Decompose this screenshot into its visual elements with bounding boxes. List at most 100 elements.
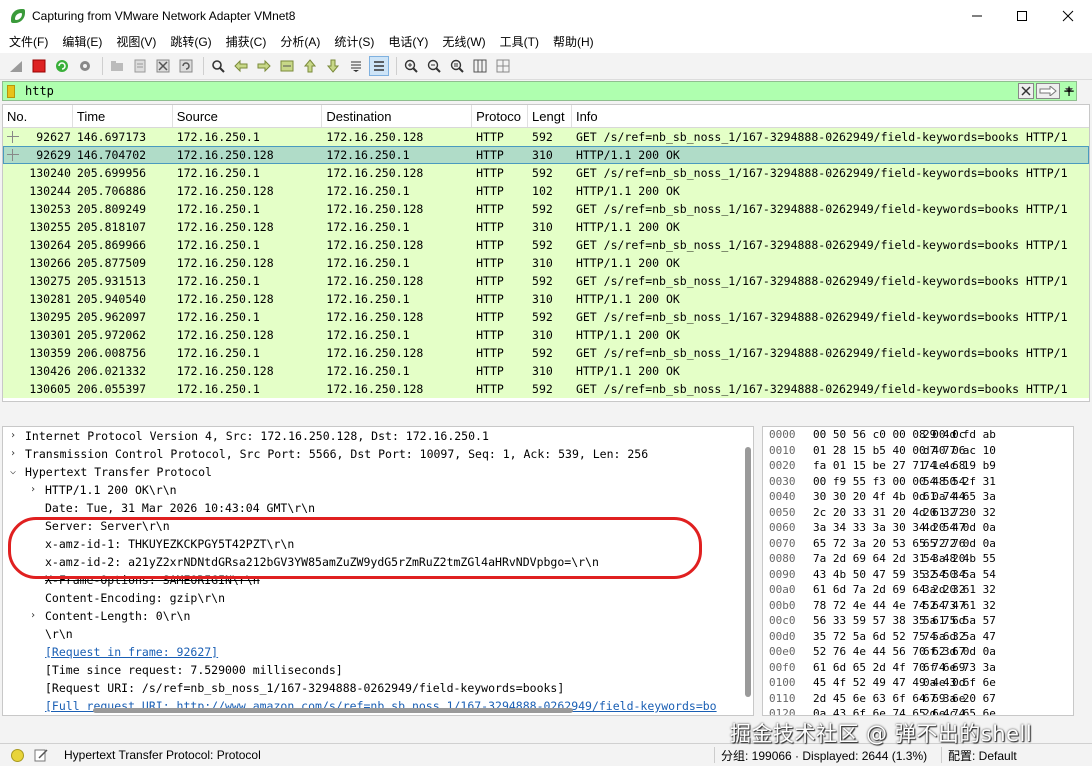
menu-capture[interactable]: 捕获(C) [219, 32, 274, 53]
column-header-length[interactable]: Lengt [528, 105, 572, 127]
tree-item-crlf[interactable]: \r\n [3, 625, 753, 643]
menu-help[interactable]: 帮助(H) [546, 32, 601, 53]
collapse-arrow-icon[interactable]: ⌵ [7, 463, 19, 481]
column-header-destination[interactable]: Destination [322, 105, 473, 127]
hex-row[interactable]: 0040 30 30 20 4f 4b 0d 0a 44 61 74 65 3a [763, 489, 1073, 505]
packet-row[interactable]: 130275 205.931513 172.16.250.1 172.16.250.1… [3, 272, 1089, 290]
go-to-packet-button[interactable] [277, 56, 297, 76]
zoom-normal-button[interactable] [447, 56, 467, 76]
packet-row[interactable]: 130253 205.809249 172.16.250.1 172.16.250.1… [3, 200, 1089, 218]
tree-item-http[interactable]: ⌵ Hypertext Transfer Protocol [3, 463, 753, 481]
packet-row[interactable]: 130281 205.940540 172.16.250.128 172.16.250… [3, 290, 1089, 308]
hex-row[interactable]: 0120 0a 43 6f 6e 74 65 6e 74 2d 4c 65 6e [763, 706, 1073, 715]
status-profile[interactable]: 配置: Default [948, 747, 1017, 764]
reload-file-button[interactable] [176, 56, 196, 76]
column-header-info[interactable]: Info [572, 105, 1089, 127]
resize-columns-button[interactable] [470, 56, 490, 76]
hex-row[interactable]: 0110 2d 45 6e 63 6f 64 69 6e 67 3a 20 67 [763, 691, 1073, 707]
hex-row[interactable]: 0050 2c 20 33 31 20 4d 61 72 20 32 30 32 [763, 505, 1073, 521]
menu-wireless[interactable]: 无线(W) [435, 32, 492, 53]
hex-row[interactable]: 0090 43 4b 50 47 59 35 54 34 32 50 5a 54 [763, 567, 1073, 583]
tree-item-server[interactable]: Server: Server\r\n [3, 517, 753, 535]
hex-row[interactable]: 0020 fa 01 15 be 27 71 1e 68 74 4c 19 b9 [763, 458, 1073, 474]
hex-row[interactable]: 00f0 61 6d 65 2d 4f 70 74 69 6f 6e 73 3a [763, 660, 1073, 676]
open-file-button[interactable] [107, 56, 127, 76]
tree-item-x-frame-options[interactable]: X-Frame-Options: SAMEORIGIN\r\n [3, 571, 753, 589]
hex-row[interactable]: 0000 00 50 56 c0 00 08 00 0c 29 4d fd ab [763, 427, 1073, 443]
hex-row[interactable]: 0030 00 f9 55 f3 00 00 48 54 54 50 2f 31 [763, 474, 1073, 490]
capture-options-button[interactable] [75, 56, 95, 76]
expand-arrow-icon[interactable]: › [7, 445, 19, 463]
packet-row[interactable]: 130295 205.962097 172.16.250.1 172.16.250.1… [3, 308, 1089, 326]
tree-item-tcp[interactable]: › Transmission Control Protocol, Src Por… [3, 445, 753, 463]
maximize-button[interactable] [999, 0, 1045, 32]
restart-capture-button[interactable] [52, 56, 72, 76]
menu-view[interactable]: 视图(V) [109, 32, 163, 53]
tree-item-content-length[interactable]: › Content-Length: 0\r\n [3, 607, 753, 625]
add-filter-button[interactable]: + [1061, 82, 1077, 100]
tree-item-status-line[interactable]: › HTTP/1.1 200 OK\r\n [3, 481, 753, 499]
packet-row[interactable]: 130426 206.021332 172.16.250.128 172.16.250… [3, 362, 1089, 380]
expert-info-icon[interactable] [11, 748, 24, 762]
zoom-out-button[interactable] [424, 56, 444, 76]
packet-row[interactable]: 130244 205.706886 172.16.250.128 172.16.250… [3, 182, 1089, 200]
menu-statistics[interactable]: 统计(S) [327, 32, 381, 53]
hex-row[interactable]: 00e0 52 76 4e 44 56 70 62 67 6f 3d 0d 0a [763, 644, 1073, 660]
tree-item-request-uri[interactable]: [Request URI: /s/ref=nb_sb_noss_1/167-32… [3, 679, 753, 697]
hex-row[interactable]: 0060 3a 34 33 3a 30 34 20 47 4d 54 0d 0a [763, 520, 1073, 536]
hex-row[interactable]: 0080 7a 2d 69 64 2d 31 3a 20 54 48 4b 55 [763, 551, 1073, 567]
packet-row[interactable]: 130266 205.877509 172.16.250.128 172.16.250… [3, 254, 1089, 272]
packet-row[interactable]: 130255 205.818107 172.16.250.128 172.16.250… [3, 218, 1089, 236]
menu-telephony[interactable]: 电话(Y) [381, 32, 435, 53]
apply-filter-button[interactable] [1036, 83, 1060, 99]
column-header-protocol[interactable]: Protoco [472, 105, 529, 127]
menu-go[interactable]: 跳转(G) [163, 32, 218, 53]
request-in-frame-link[interactable]: [Request in frame: 92627] [45, 645, 218, 659]
close-file-button[interactable] [153, 56, 173, 76]
expand-arrow-icon[interactable]: › [27, 481, 39, 499]
clear-filter-button[interactable] [1018, 83, 1034, 99]
edit-comment-icon[interactable] [34, 748, 48, 762]
hex-row[interactable]: 0100 45 4f 52 49 47 49 4e 0d 0a 43 6f 6e [763, 675, 1073, 691]
tree-item-date[interactable]: Date: Tue, 31 Mar 2026 10:43:04 GMT\r\n [3, 499, 753, 517]
tree-item-ip[interactable]: › Internet Protocol Version 4, Src: 172.… [3, 427, 753, 445]
packet-row[interactable]: 130301 205.972062 172.16.250.128 172.16.250… [3, 326, 1089, 344]
tree-item-request-in[interactable]: [Request in frame: 92627] [3, 643, 753, 661]
column-header-no[interactable]: No. [3, 105, 73, 127]
auto-scroll-button[interactable] [346, 56, 366, 76]
tree-item-time-since[interactable]: [Time since request: 7.529000 millisecon… [3, 661, 753, 679]
expand-arrow-icon[interactable]: › [7, 427, 19, 445]
hex-row[interactable]: 0010 01 28 15 b5 40 00 40 06 d7 77 ac 10 [763, 443, 1073, 459]
minimize-button[interactable] [954, 0, 1000, 32]
go-forward-button[interactable] [254, 56, 274, 76]
colorize-button[interactable] [369, 56, 389, 76]
column-header-time[interactable]: Time [73, 105, 173, 127]
packet-row[interactable]: 92627 146.697173 172.16.250.1 172.16.250.12… [3, 128, 1089, 146]
go-last-button[interactable] [323, 56, 343, 76]
tree-item-amz-id-1[interactable]: x-amz-id-1: THKUYEZKCKPGY5T42PZT\r\n [3, 535, 753, 553]
column-header-source[interactable]: Source [173, 105, 323, 127]
packet-row[interactable]: 130264 205.869966 172.16.250.1 172.16.250.1… [3, 236, 1089, 254]
details-vertical-scrollbar[interactable] [745, 447, 751, 697]
packet-row[interactable]: 130605 206.055397 172.16.250.1 172.16.250.1… [3, 380, 1089, 398]
packet-row[interactable]: 92629 146.704702 172.16.250.128 172.16.250.… [3, 146, 1089, 164]
hex-row[interactable]: 00a0 61 6d 7a 2d 69 64 2d 32 3a 20 61 32 [763, 582, 1073, 598]
menu-file[interactable]: 文件(F) [2, 32, 55, 53]
hex-row[interactable]: 00b0 78 72 4e 44 4e 74 64 47 52 73 61 32 [763, 598, 1073, 614]
hex-row[interactable]: 0070 65 72 3a 20 53 65 72 76 65 72 0d 0a [763, 536, 1073, 552]
bookmark-icon[interactable] [7, 84, 15, 98]
go-back-button[interactable] [231, 56, 251, 76]
menu-edit[interactable]: 编辑(E) [55, 32, 109, 53]
display-filter-input[interactable]: http [25, 84, 1018, 98]
packet-row[interactable]: 130240 205.699956 172.16.250.1 172.16.250.1… [3, 164, 1089, 182]
layout-button[interactable] [493, 56, 513, 76]
save-file-button[interactable] [130, 56, 150, 76]
start-capture-button[interactable] [6, 56, 26, 76]
stop-capture-button[interactable] [29, 56, 49, 76]
go-first-button[interactable] [300, 56, 320, 76]
hex-row[interactable]: 00d0 35 72 5a 6d 52 75 5a 32 74 6d 5a 47 [763, 629, 1073, 645]
hex-row[interactable]: 00c0 56 33 59 57 38 35 61 6d 5a 75 5a 57 [763, 613, 1073, 629]
expand-arrow-icon[interactable]: › [27, 607, 39, 625]
menu-tools[interactable]: 工具(T) [493, 32, 546, 53]
details-horizontal-scrollbar[interactable] [93, 708, 573, 713]
